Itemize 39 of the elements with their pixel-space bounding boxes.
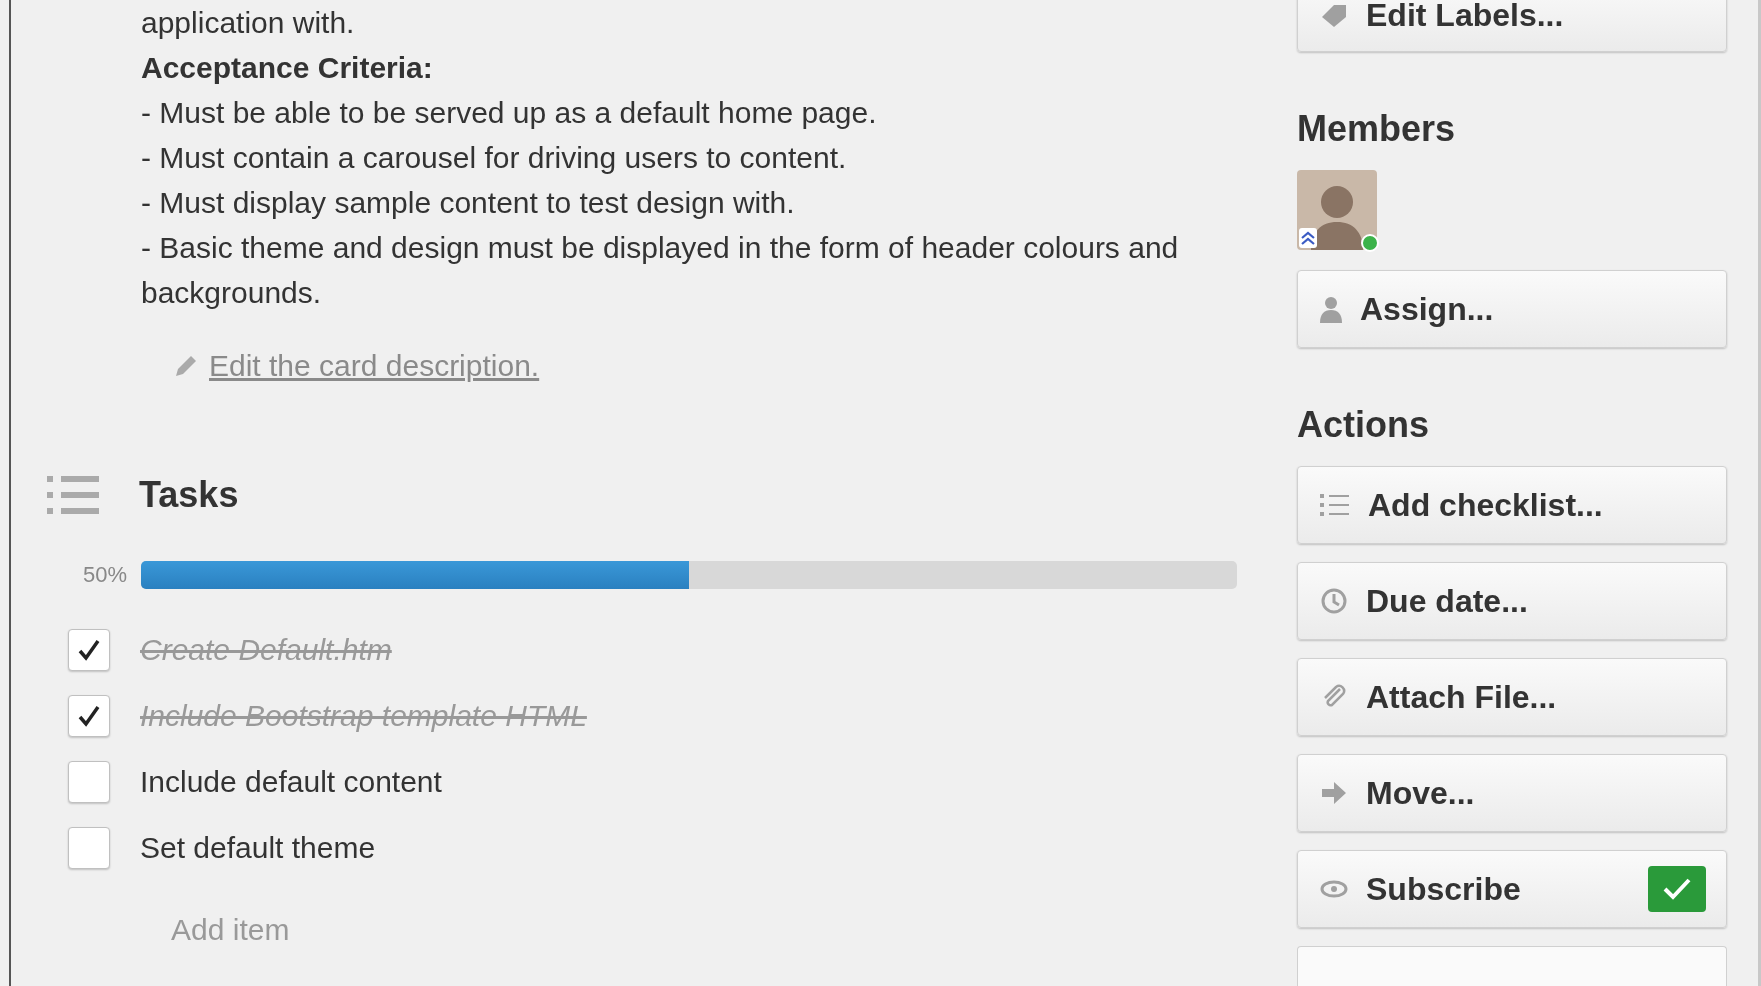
criteria-heading: Acceptance Criteria: [141,50,434,86]
edit-labels-button[interactable]: Edit Labels... [1297,0,1727,52]
arrow-icon [1320,780,1348,806]
checkbox[interactable] [68,695,110,737]
action-button[interactable]: Add checklist... [1297,466,1727,544]
check-icon [1662,876,1692,902]
subscribe-button[interactable]: Subscribe [1297,850,1727,928]
criteria-line: - Must contain a carousel for driving users to content. [141,140,848,176]
action-button[interactable]: Attach File... [1297,658,1727,736]
criteria-line: - Basic theme and design must be displayed in the form of header colours and backgrounds. [141,230,1180,311]
check-toggle[interactable] [1648,866,1706,912]
checklist-title: Tasks [139,474,239,516]
check-icon [77,704,101,728]
checkbox[interactable] [68,629,110,671]
members-heading: Members [1297,108,1457,150]
tag-icon [1320,3,1348,27]
eye-icon [1320,879,1348,899]
checklist-icon [1320,492,1350,518]
check-icon [77,638,101,662]
checklist-item: Include default content [140,765,442,799]
checkbox[interactable] [68,761,110,803]
clock-icon [1320,587,1348,615]
action-button[interactable]: Due date... [1297,562,1727,640]
pencil-icon [173,353,199,379]
progress-percent: 50% [81,562,127,588]
checklist-icon [47,473,99,517]
checkbox[interactable] [68,827,110,869]
checklist-item: Include Bootstrap template HTML [140,699,587,733]
double-chevron-icon [1299,228,1317,248]
action-button[interactable]: Move... [1297,754,1727,832]
criteria-line: - Must be able to be served up as a default home page. [141,95,878,131]
actions-heading: Actions [1297,404,1430,446]
avatar[interactable] [1297,170,1377,250]
description-text: application with. [141,5,356,41]
person-icon [1320,295,1342,323]
checklist-item: Create Default.htm [140,633,392,667]
checklist-item: Set default theme [140,831,376,865]
criteria-line: - Must display sample content to test design with. [141,185,796,221]
assign-button[interactable]: Assign... [1297,270,1727,348]
